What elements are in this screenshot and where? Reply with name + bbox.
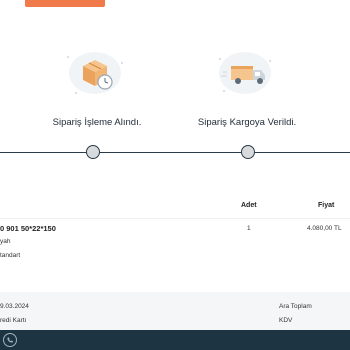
quantity-column-header: Adet [241, 202, 257, 209]
package-clock-icon [65, 42, 125, 102]
whatsapp-icon[interactable] [3, 333, 17, 347]
product-variant: tandart [0, 252, 21, 259]
order-table-header [0, 196, 350, 219]
product-name: 0 901 50*22*150 [0, 224, 56, 233]
order-date: 9.03.2024 [0, 303, 29, 310]
order-timeline [0, 152, 350, 153]
order-summary-band [0, 292, 350, 330]
product-price: 4.080,00 TL [307, 225, 342, 232]
bottom-bar [0, 330, 350, 350]
step-shipped-label: Sipariş Kargoya Verildi. [197, 117, 297, 128]
delivery-truck-icon [215, 42, 275, 102]
subtotal-label: Ara Toplam [279, 303, 312, 310]
timeline-node-processed [86, 145, 100, 159]
timeline-node-shipped [241, 145, 255, 159]
payment-method: redi Kartı [0, 317, 27, 324]
tax-label: KDV [279, 317, 293, 324]
product-color: yah [0, 238, 11, 245]
product-quantity: 1 [247, 225, 251, 232]
top-action-button[interactable] [25, 0, 105, 7]
step-processed-label: Sipariş İşleme Alındı. [52, 117, 142, 128]
price-column-header: Fiyat [318, 202, 335, 209]
